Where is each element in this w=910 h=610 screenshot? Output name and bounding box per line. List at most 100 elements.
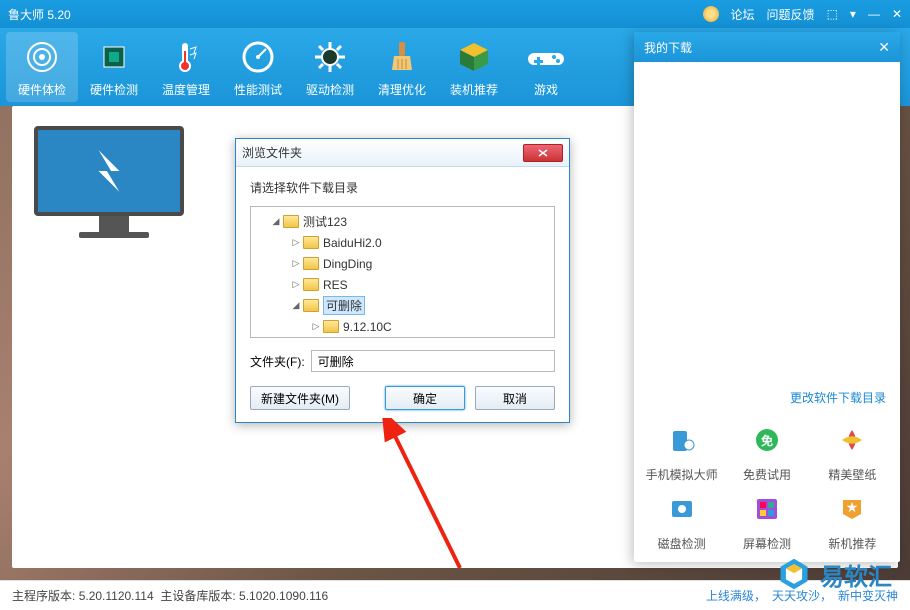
toolbar-label: 清理优化 — [378, 81, 426, 98]
grid-item-label: 手机模拟大师 — [646, 466, 718, 483]
dialog-close-button[interactable] — [523, 144, 563, 162]
version-1: 5.20.1120.114 — [79, 589, 154, 603]
version-label-2: 主设备库版本: — [160, 587, 235, 604]
brush-icon — [382, 37, 422, 77]
svg-text:★: ★ — [846, 499, 859, 515]
download-grid-item[interactable]: ★ 新机推荐 — [813, 489, 892, 552]
grid-item-label: 磁盘检测 — [658, 535, 706, 552]
thermo-icon — [166, 37, 206, 77]
grid-item-label: 精美壁纸 — [828, 466, 876, 483]
download-panel-close-icon[interactable]: ✕ — [878, 39, 890, 56]
grid-item-icon — [747, 489, 787, 529]
download-panel-title: 我的下载 — [644, 39, 878, 56]
toolbar-label: 驱动检测 — [306, 81, 354, 98]
gamepad-icon — [526, 37, 566, 77]
watermark-icon — [776, 556, 812, 592]
toolbar-item-gear[interactable]: 驱动检测 — [294, 32, 366, 102]
toolbar-item-box[interactable]: 装机推荐 — [438, 32, 510, 102]
download-grid-item[interactable]: 磁盘检测 — [642, 489, 721, 552]
folder-icon — [283, 215, 299, 228]
tree-row[interactable]: ◢可删除 — [257, 295, 548, 316]
toolbar-label: 硬件体检 — [18, 81, 66, 98]
grid-item-label: 免费试用 — [743, 466, 791, 483]
ok-button[interactable]: 确定 — [385, 386, 465, 410]
download-panel: 我的下载 ✕ 更改软件下载目录 手机模拟大师免免费试用精美壁纸磁盘检测屏幕检测★… — [634, 32, 900, 562]
tree-item-name: RES — [323, 278, 348, 292]
tree-expand-icon[interactable]: ▷ — [291, 258, 301, 269]
tree-item-name: 测试123 — [303, 213, 347, 230]
cancel-button[interactable]: 取消 — [475, 386, 555, 410]
toolbar-item-gamepad[interactable]: 游戏 — [510, 32, 582, 102]
target-icon — [22, 37, 62, 77]
dialog-title: 浏览文件夹 — [242, 144, 523, 161]
chip-icon — [94, 37, 134, 77]
folder-icon — [303, 257, 319, 270]
folder-tree[interactable]: ◢测试123▷BaiduHi2.0▷DingDing▷RES◢可删除▷9.12.… — [250, 206, 555, 338]
toolbar-label: 温度管理 — [162, 81, 210, 98]
download-grid-item[interactable]: 精美壁纸 — [813, 420, 892, 483]
footer-link[interactable]: 上线满级 — [706, 589, 754, 603]
feedback-link[interactable]: 问题反馈 — [767, 6, 815, 23]
new-folder-button[interactable]: 新建文件夹(M) — [250, 386, 350, 410]
version-label-1: 主程序版本: — [12, 587, 75, 604]
tree-expand-icon[interactable]: ◢ — [291, 300, 301, 311]
tree-expand-icon[interactable]: ▷ — [291, 237, 301, 248]
download-panel-body — [634, 62, 900, 381]
tree-row[interactable]: ▷ RES — [257, 274, 548, 295]
status-bar: 主程序版本: 5.20.1120.114 主设备库版本: 5.1020.1090… — [0, 580, 910, 610]
tree-item-name: DingDing — [323, 257, 372, 271]
forum-link[interactable]: 论坛 — [731, 6, 755, 23]
download-grid-item[interactable]: 屏幕检测 — [727, 489, 806, 552]
window-title: 鲁大师 5.20 — [8, 6, 703, 23]
change-download-dir-link[interactable]: 更改软件下载目录 — [634, 381, 900, 414]
minimize-icon[interactable]: — — [868, 7, 880, 21]
toolbar-label: 游戏 — [534, 81, 558, 98]
grid-item-icon: 免 — [747, 420, 787, 460]
toolbar-item-target[interactable]: 硬件体检 — [6, 32, 78, 102]
tree-item-name: BaiduHi2.0 — [323, 236, 382, 250]
grid-item-icon: ★ — [832, 489, 872, 529]
download-grid-item[interactable]: 手机模拟大师 — [642, 420, 721, 483]
gauge-icon — [238, 37, 278, 77]
toolbar-item-thermo[interactable]: 温度管理 — [150, 32, 222, 102]
toolbar-label: 硬件检测 — [90, 81, 138, 98]
dialog-prompt: 请选择软件下载目录 — [250, 179, 555, 196]
close-icon[interactable]: ✕ — [892, 7, 902, 21]
gear-icon — [310, 37, 350, 77]
toolbar-label: 装机推荐 — [450, 81, 498, 98]
watermark-text: 易软汇 — [820, 557, 892, 592]
toolbar-item-gauge[interactable]: 性能测试 — [222, 32, 294, 102]
grid-item-label: 屏幕检测 — [743, 535, 791, 552]
grid-item-label: 新机推荐 — [828, 535, 876, 552]
tree-expand-icon[interactable]: ▷ — [291, 279, 301, 290]
tree-item-name: 9.12.10C — [343, 320, 392, 334]
tree-row[interactable]: ▷ BaiduHi2.0 — [257, 232, 548, 253]
folder-icon — [303, 299, 319, 312]
folder-icon — [303, 278, 319, 291]
toolbar-label: 性能测试 — [234, 81, 282, 98]
download-grid: 手机模拟大师免免费试用精美壁纸磁盘检测屏幕检测★新机推荐 — [634, 414, 900, 562]
folder-icon — [303, 236, 319, 249]
skin-icon[interactable]: ⬚ — [827, 7, 838, 21]
dialog-title-bar: 浏览文件夹 — [236, 139, 569, 167]
version-2: 5.1020.1090.116 — [239, 589, 328, 603]
folder-icon — [323, 320, 339, 333]
tree-row[interactable]: ▷ 9.12.10C — [257, 316, 548, 337]
medal-icon[interactable] — [703, 6, 719, 22]
folder-name-input[interactable] — [311, 350, 555, 372]
tree-expand-icon[interactable]: ▷ — [311, 321, 321, 332]
grid-item-icon — [662, 489, 702, 529]
tree-expand-icon[interactable]: ◢ — [271, 216, 281, 227]
folder-name-label: 文件夹(F): — [250, 353, 305, 370]
toolbar-item-brush[interactable]: 清理优化 — [366, 32, 438, 102]
watermark: 易软汇 — [776, 556, 892, 592]
svg-text:免: 免 — [761, 433, 773, 448]
menu-icon[interactable]: ▾ — [850, 7, 856, 21]
box-icon — [454, 37, 494, 77]
download-panel-header: 我的下载 ✕ — [634, 32, 900, 62]
tree-row[interactable]: ▷ DingDing — [257, 253, 548, 274]
toolbar-item-chip[interactable]: 硬件检测 — [78, 32, 150, 102]
download-grid-item[interactable]: 免免费试用 — [727, 420, 806, 483]
browse-folder-dialog: 浏览文件夹 请选择软件下载目录 ◢测试123▷BaiduHi2.0▷DingDi… — [235, 138, 570, 423]
tree-row[interactable]: ◢ 测试123 — [257, 211, 548, 232]
